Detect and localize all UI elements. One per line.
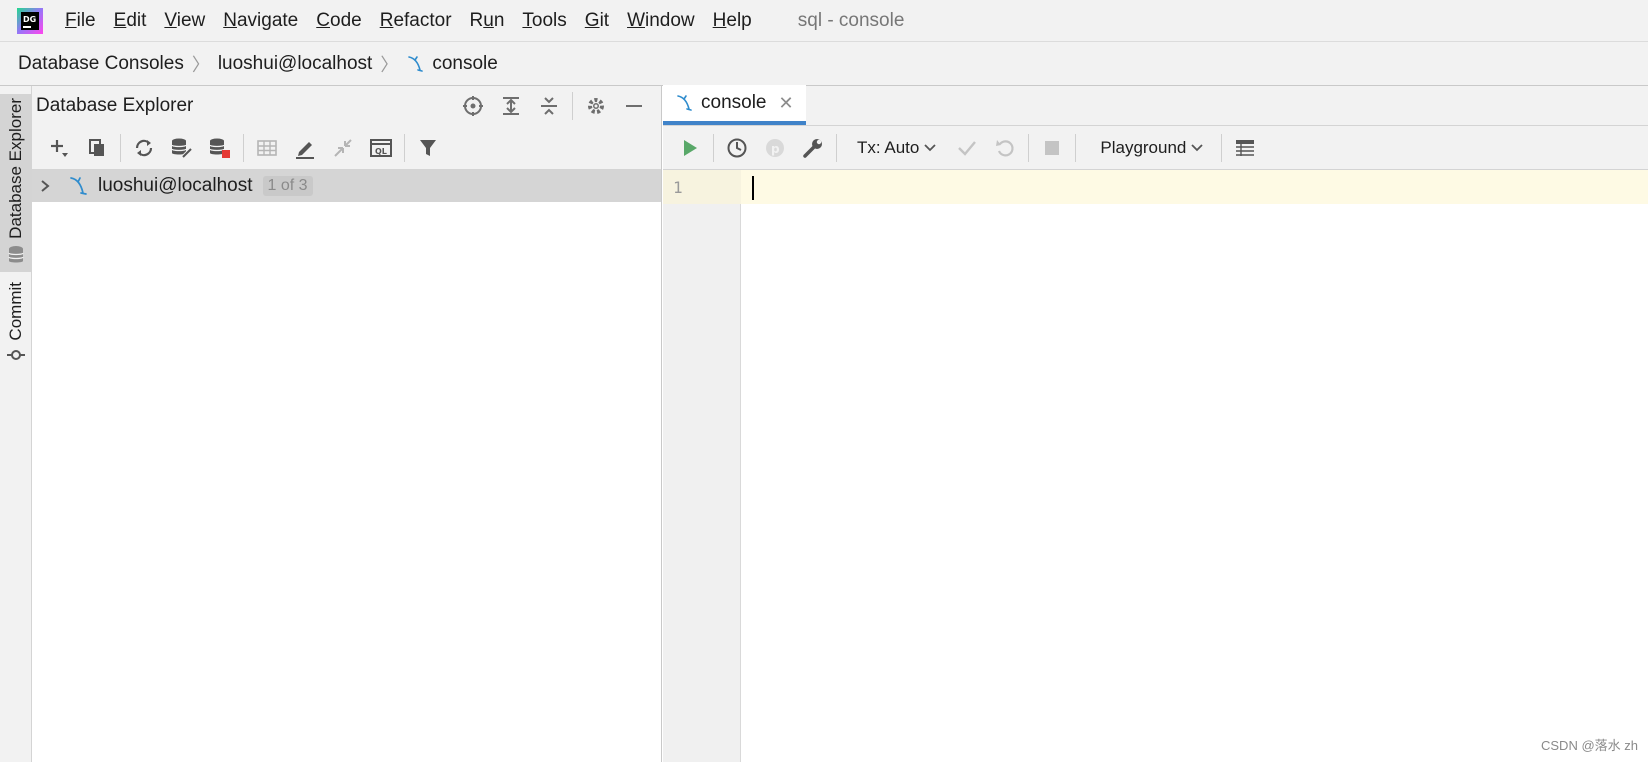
mysql-dolphin-icon (675, 93, 695, 113)
menu-run[interactable]: Run (470, 10, 505, 32)
menu-view[interactable]: View (164, 10, 205, 32)
toolbar-separator (120, 133, 121, 162)
disconnect-icon[interactable] (201, 131, 239, 165)
toolbar-separator (404, 133, 405, 162)
watermark: CSDN @落水 zh (1541, 738, 1638, 753)
edit-icon[interactable] (286, 131, 324, 165)
tab-label: console (701, 92, 767, 113)
schema-count-badge[interactable]: 1 of 3 (262, 176, 313, 196)
database-explorer-panel: Database Explorer QL luoshui@localhost 1… (32, 86, 662, 762)
output-layout-icon[interactable] (1226, 131, 1264, 165)
breadcrumb: Database Consoles 〉 luoshui@localhost 〉 … (0, 42, 1648, 86)
menu-bar: DG File Edit View Navigate Code Refactor… (0, 0, 1648, 42)
editor-toolbar: p Tx: Auto Playground (663, 126, 1648, 170)
breadcrumb-separator-icon: 〉 (380, 54, 399, 75)
breadcrumb-console[interactable]: console (406, 53, 498, 75)
svg-text:p: p (771, 142, 780, 156)
refresh-icon[interactable] (125, 131, 163, 165)
stop-icon[interactable] (1033, 131, 1071, 165)
collapse-all-icon[interactable] (530, 89, 568, 123)
tool-window-commit[interactable]: Commit (0, 282, 32, 372)
gear-icon[interactable] (577, 89, 615, 123)
explorer-header: Database Explorer (32, 86, 661, 126)
commit-strip-label: Commit (6, 282, 25, 341)
current-line-highlight (741, 170, 1648, 204)
breadcrumb-data-source[interactable]: luoshui@localhost (218, 53, 373, 75)
menu-git[interactable]: Git (585, 10, 609, 32)
database-icon (7, 245, 25, 270)
sql-editor-area: console ✕ p Tx: Auto Playground 1 (663, 85, 1648, 762)
tab-console[interactable]: console ✕ (663, 85, 806, 125)
schema-selector-label: Playground (1100, 137, 1187, 157)
parameters-icon[interactable]: p (756, 131, 794, 165)
commit-icon (7, 347, 25, 368)
query-console-icon[interactable]: QL (362, 131, 400, 165)
toolbar-separator (836, 133, 837, 162)
run-icon[interactable] (671, 131, 709, 165)
chevron-right-icon[interactable] (36, 179, 54, 193)
minimize-icon[interactable] (615, 89, 653, 123)
data-source-properties-icon[interactable] (163, 131, 201, 165)
add-icon[interactable] (40, 131, 78, 165)
expand-all-icon[interactable] (492, 89, 530, 123)
explorer-toolbar: QL (32, 126, 661, 170)
datagrip-logo-icon: DG (17, 7, 43, 34)
menu-tools[interactable]: Tools (522, 10, 566, 32)
breadcrumb-database-consoles[interactable]: Database Consoles (18, 53, 184, 75)
tree-item-data-source[interactable]: luoshui@localhost 1 of 3 (32, 170, 661, 202)
rollback-icon[interactable] (986, 131, 1024, 165)
wrench-icon[interactable] (794, 131, 832, 165)
toolbar-separator (243, 133, 244, 162)
jump-to-icon[interactable] (324, 131, 362, 165)
toolbar-separator (572, 92, 573, 120)
menu-refactor[interactable]: Refactor (380, 10, 452, 32)
tool-window-database-explorer[interactable]: Database Explorer (0, 94, 32, 272)
menu-edit[interactable]: Edit (114, 10, 147, 32)
line-number-gutter: 1 (663, 170, 741, 762)
mysql-dolphin-icon (68, 175, 90, 197)
editor-tab-bar: console ✕ (663, 85, 1648, 126)
mysql-dolphin-icon (406, 54, 426, 74)
line-number: 1 (673, 178, 683, 197)
locate-icon[interactable] (454, 89, 492, 123)
svg-text:QL: QL (375, 147, 387, 156)
chevron-down-icon (1191, 143, 1204, 153)
menu-file[interactable]: File (65, 10, 96, 32)
chevron-down-icon (924, 143, 937, 153)
breadcrumb-separator-icon: 〉 (191, 54, 210, 75)
svg-text:DG: DG (23, 15, 36, 24)
filter-icon[interactable] (409, 131, 447, 165)
toolbar-separator (1221, 133, 1223, 162)
close-icon[interactable]: ✕ (779, 93, 794, 114)
code-editor[interactable]: 1 (663, 170, 1648, 762)
copy-icon[interactable] (78, 131, 116, 165)
toolbar-separator (1028, 133, 1030, 162)
database-explorer-strip-label: Database Explorer (6, 98, 25, 239)
tree-item-label: luoshui@localhost (98, 175, 253, 196)
window-title: sql - console (797, 9, 905, 31)
menu-navigate[interactable]: Navigate (223, 10, 298, 32)
menu-window[interactable]: Window (627, 10, 695, 32)
explorer-title: Database Explorer (36, 95, 194, 116)
text-caret (752, 176, 754, 200)
schema-selector-dropdown[interactable]: Playground (1100, 137, 1204, 158)
table-icon[interactable] (248, 131, 286, 165)
menu-help[interactable]: Help (713, 10, 752, 32)
transaction-mode-label: Tx: Auto (857, 137, 920, 157)
left-tool-strip: Database Explorer Commit (0, 86, 32, 762)
history-icon[interactable] (718, 131, 756, 165)
toolbar-separator (1075, 133, 1077, 162)
transaction-mode-dropdown[interactable]: Tx: Auto (857, 137, 937, 158)
toolbar-separator (713, 133, 714, 162)
menu-code[interactable]: Code (316, 10, 361, 32)
commit-check-icon[interactable] (948, 131, 986, 165)
